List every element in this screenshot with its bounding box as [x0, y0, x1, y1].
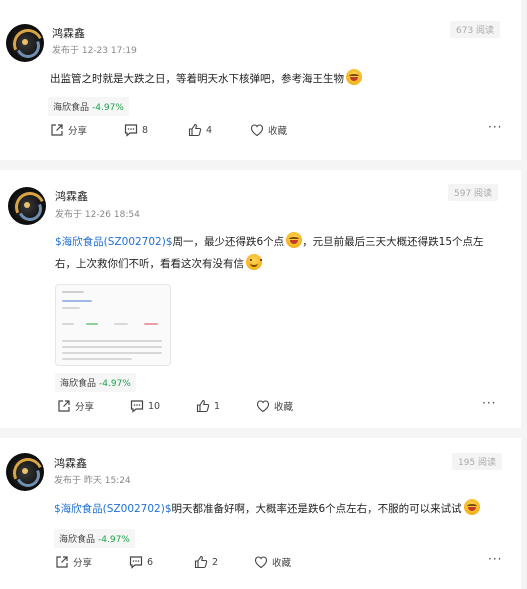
post-card: 鸿霖鑫 发布于 12-23 17:19 673 阅读 出监管之时就是大跌之日，等…: [0, 0, 516, 160]
favorite-button[interactable]: 收藏: [254, 555, 291, 569]
favorite-button[interactable]: 收藏: [256, 399, 293, 413]
more-icon[interactable]: ···: [482, 396, 496, 410]
favorite-label: 收藏: [272, 558, 292, 569]
username[interactable]: 鸿霖鑫: [54, 455, 87, 471]
view-count: 597 阅读: [448, 184, 499, 201]
post-separator: [0, 160, 527, 170]
post-text: ，元旦前最后三天大概还得跌15个点左: [302, 236, 484, 248]
like-button[interactable]: 2: [194, 555, 218, 569]
stock-name: 海欣食品: [53, 103, 90, 113]
share-label: 分享: [75, 402, 95, 413]
post-text: 出监管之时就是大跌之日，等着明天水下核弹吧，参考海王生物: [50, 73, 344, 85]
avatar[interactable]: [6, 453, 44, 491]
post-text: 周一，最少还得跌6个点: [172, 236, 285, 248]
stock-link[interactable]: $海欣食品(SZ002702)$: [55, 236, 173, 248]
emoji-laugh-icon: [346, 69, 362, 85]
like-icon: [194, 555, 208, 569]
stock-link[interactable]: $海欣食品(SZ002702)$: [54, 503, 172, 515]
action-bar: 分享 10 1 收藏 ···: [0, 396, 516, 417]
action-bar: 分享 6 2 收藏 ···: [0, 552, 516, 573]
like-icon: [196, 399, 210, 413]
avatar[interactable]: [8, 187, 46, 225]
emoji-laugh-icon: [463, 499, 480, 515]
like-count: 1: [214, 400, 221, 412]
like-count: 2: [212, 556, 219, 568]
username[interactable]: 鸿霖鑫: [52, 25, 85, 41]
comment-count: 6: [147, 556, 154, 568]
post-card: 鸿霖鑫 发布于 12-26 18:54 597 阅读 $海欣食品(SZ00270…: [0, 170, 516, 428]
avatar[interactable]: [6, 24, 44, 62]
comment-button[interactable]: 8: [124, 123, 148, 137]
more-icon[interactable]: ···: [488, 552, 502, 566]
share-label: 分享: [68, 126, 88, 137]
username[interactable]: 鸿霖鑫: [55, 188, 88, 204]
scrollbar-track[interactable]: [521, 0, 527, 589]
stock-name: 海欣食品: [59, 535, 96, 545]
stock-tag[interactable]: 海欣食品 -4.97%: [55, 373, 136, 392]
share-button[interactable]: 分享: [50, 123, 87, 137]
favorite-icon: [250, 124, 264, 137]
action-bar: 分享 8 4 收藏 ···: [0, 120, 516, 141]
favorite-label: 收藏: [268, 126, 288, 137]
favorite-label: 收藏: [274, 402, 294, 413]
emoji-laugh-icon: [286, 232, 303, 248]
favorite-icon: [256, 400, 270, 413]
share-button[interactable]: 分享: [55, 555, 92, 569]
post-time: 发布于 昨天 15:24: [54, 476, 131, 486]
post-time: 发布于 12-26 18:54: [55, 210, 140, 220]
share-icon: [58, 400, 70, 412]
stock-tag[interactable]: 海欣食品 -4.97%: [54, 529, 135, 548]
post-image-thumbnail[interactable]: [55, 284, 171, 366]
stock-name: 海欣食品: [60, 379, 97, 389]
post-content[interactable]: $海欣食品(SZ002702)$周一，最少还得跌6个点 ，元旦前最后三天大概还得跌…: [55, 231, 500, 275]
share-button[interactable]: 分享: [57, 399, 94, 413]
comment-icon: [130, 400, 144, 413]
stock-tag[interactable]: 海欣食品 -4.97%: [48, 97, 129, 116]
post-time: 发布于 12-23 17:19: [52, 46, 137, 56]
stock-change: -4.97%: [98, 535, 130, 545]
more-icon[interactable]: ···: [488, 120, 502, 134]
post-card: 鸿霖鑫 发布于 昨天 15:24 195 阅读 $海欣食品(SZ002702)$…: [0, 438, 516, 589]
comment-icon: [124, 124, 138, 137]
post-text: 明天都准备好啊，大概率还是跌6个点左右，不服的可以来试试: [171, 503, 462, 515]
share-label: 分享: [73, 558, 93, 569]
post-content[interactable]: $海欣食品(SZ002702)$明天都准备好啊，大概率还是跌6个点左右，不服的可…: [54, 498, 514, 520]
stock-change: -4.97%: [99, 379, 131, 389]
view-count: 673 阅读: [450, 21, 501, 38]
favorite-button[interactable]: 收藏: [250, 123, 287, 137]
comment-count: 8: [142, 124, 149, 136]
comment-button[interactable]: 10: [130, 399, 160, 413]
like-count: 4: [206, 124, 213, 136]
emoji-smile-icon: [246, 254, 262, 270]
post-separator: [0, 428, 527, 438]
post-content[interactable]: 出监管之时就是大跌之日，等着明天水下核弹吧，参考海王生物: [50, 68, 510, 90]
like-button[interactable]: 4: [188, 123, 212, 137]
comment-count: 10: [148, 400, 161, 412]
share-icon: [56, 556, 68, 568]
post-text: 右，上次救你们不听，看看这次有没有信: [55, 258, 244, 270]
comment-icon: [129, 556, 143, 569]
like-button[interactable]: 1: [196, 399, 220, 413]
view-count: 195 阅读: [452, 453, 503, 470]
stock-change: -4.97%: [92, 103, 124, 113]
favorite-icon: [254, 556, 268, 569]
share-icon: [51, 124, 63, 136]
like-icon: [188, 123, 202, 137]
comment-button[interactable]: 6: [129, 555, 153, 569]
